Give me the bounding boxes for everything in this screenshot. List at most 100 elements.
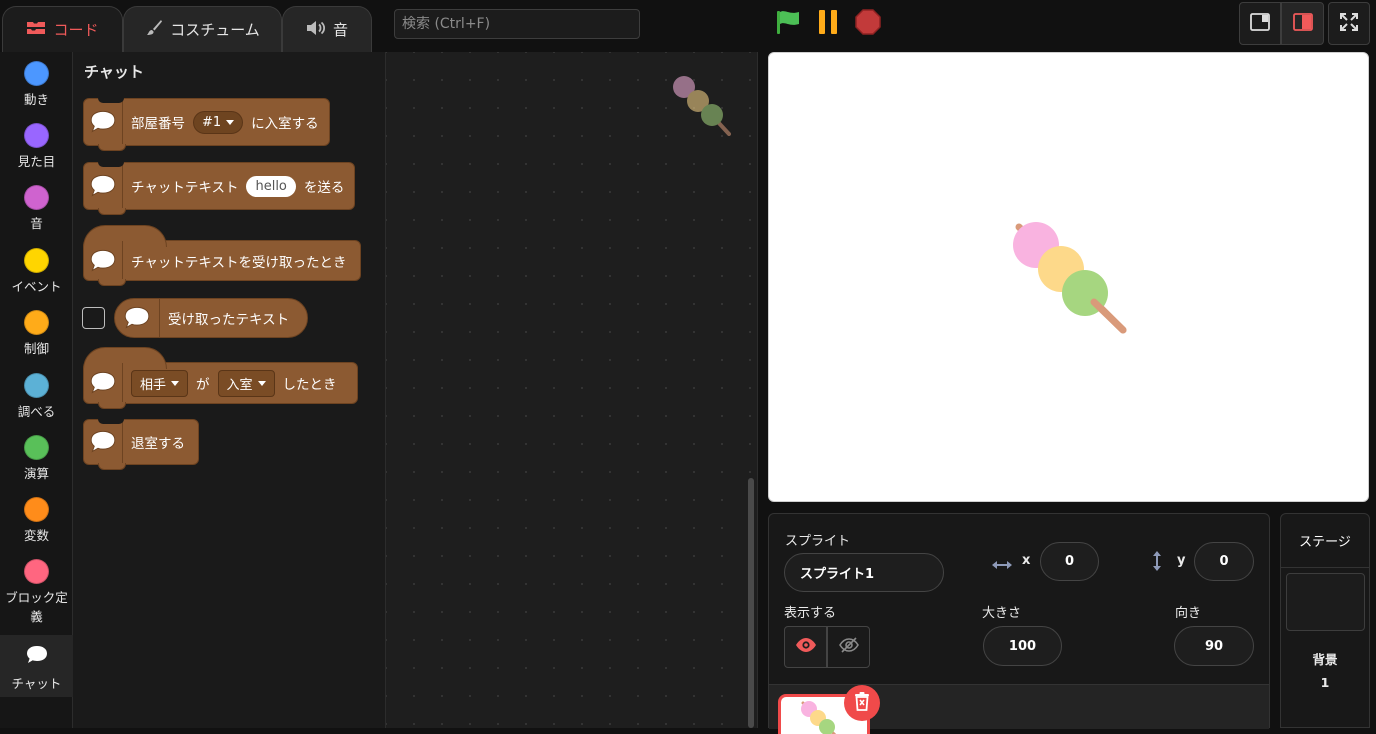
- hide-sprite-button[interactable]: [827, 626, 870, 668]
- category-my-blocks[interactable]: ブロック定義: [0, 550, 73, 634]
- category-sound-dot: [24, 185, 49, 210]
- code-blocks-icon: [26, 20, 46, 40]
- caret-down-icon: [257, 380, 266, 386]
- palette-heading: チャット: [84, 63, 144, 81]
- received-text-checkbox[interactable]: [82, 307, 105, 329]
- script-scrollbar[interactable]: [748, 478, 754, 728]
- category-label: 変数: [23, 528, 49, 543]
- search-input[interactable]: [394, 9, 640, 39]
- backdrop-count: 1: [1320, 675, 1330, 690]
- x-input[interactable]: 0: [1040, 542, 1099, 581]
- category-variables[interactable]: 変数: [0, 488, 73, 550]
- block-when-partner[interactable]: 相手 が 入室 したとき: [83, 347, 358, 409]
- action-dropdown[interactable]: 入室: [217, 369, 275, 397]
- speaker-icon: [306, 20, 326, 40]
- y-arrows-icon: [1151, 550, 1163, 576]
- green-flag-icon: [774, 9, 802, 39]
- block-text: チャットテキストを受け取ったとき: [131, 254, 347, 271]
- x-arrows-icon: [991, 556, 1013, 575]
- block-send-text[interactable]: チャットテキスト hello を送る: [83, 162, 355, 215]
- tab-costume[interactable]: コスチューム: [123, 6, 282, 52]
- tab-sound-label: 音: [332, 21, 348, 39]
- category-sound[interactable]: 音: [0, 176, 73, 238]
- block-leave-room[interactable]: 退室する: [83, 419, 199, 470]
- category-label: 動き: [23, 92, 49, 107]
- block-text: 部屋番号: [131, 116, 185, 132]
- speech-bubble-icon: [115, 299, 160, 337]
- category-label: 制御: [23, 341, 49, 356]
- category-motion[interactable]: 動き: [0, 52, 73, 114]
- chat-text-input[interactable]: hello: [246, 175, 296, 197]
- category-sensing-dot: [24, 373, 49, 398]
- category-sensing[interactable]: 調べる: [0, 364, 73, 426]
- direction-input[interactable]: 90: [1174, 626, 1254, 666]
- reporter-received-text[interactable]: 受け取ったテキスト: [114, 298, 308, 338]
- size-input[interactable]: 100: [983, 626, 1062, 666]
- script-area[interactable]: [386, 52, 758, 728]
- tab-sound[interactable]: 音: [282, 6, 372, 52]
- category-menu: 動き 見た目 音 イベント 制御 調べる 演算 変数 ブロック定義 チャット: [0, 52, 73, 728]
- category-operators-dot: [24, 435, 49, 460]
- block-palette: チャット 部屋番号 #1 に入室する チャットテキスト hello を送る チャ…: [73, 52, 386, 728]
- category-looks[interactable]: 見た目: [0, 114, 73, 176]
- partner-dropdown[interactable]: 相手: [131, 369, 189, 397]
- category-label: 見た目: [17, 154, 56, 169]
- pause-icon: [815, 9, 841, 39]
- category-label: ブロック定義: [5, 590, 68, 624]
- category-chat[interactable]: チャット: [0, 635, 73, 697]
- block-when-text-received[interactable]: チャットテキストを受け取ったとき: [83, 225, 361, 286]
- speech-bubble-icon: [25, 644, 49, 670]
- y-input[interactable]: 0: [1194, 542, 1254, 581]
- category-label: 演算: [23, 466, 49, 481]
- room-number-dropdown[interactable]: #1: [193, 110, 244, 134]
- dango-sprite[interactable]: [1009, 218, 1129, 342]
- block-text: 受け取ったテキスト: [168, 312, 290, 328]
- fullscreen-button[interactable]: [1328, 2, 1370, 45]
- block-text: したとき: [282, 377, 337, 393]
- fullscreen-icon: [1339, 12, 1359, 36]
- stage-canvas[interactable]: [768, 52, 1369, 502]
- stage-panel-title: ステージ: [1281, 514, 1369, 568]
- show-sprite-button[interactable]: [784, 626, 827, 668]
- green-flag-button[interactable]: [772, 8, 804, 40]
- stage-thumbnail[interactable]: [1286, 573, 1365, 631]
- room-number-value: #1: [202, 114, 222, 130]
- paintbrush-icon: [145, 19, 163, 41]
- caret-down-icon: [226, 119, 235, 125]
- eye-icon: [795, 637, 817, 657]
- small-stage-button[interactable]: [1239, 2, 1281, 45]
- category-events[interactable]: イベント: [0, 239, 73, 301]
- block-text: チャットテキスト: [131, 180, 239, 196]
- speech-bubble-icon: [84, 241, 123, 280]
- block-text: を送る: [303, 180, 345, 196]
- delete-sprite-button[interactable]: [844, 685, 880, 721]
- stage-selector-panel[interactable]: ステージ 背景 1: [1280, 513, 1370, 728]
- category-label: 調べる: [17, 404, 56, 419]
- sprite-name-input[interactable]: スプライト1: [784, 553, 944, 592]
- x-label: x: [1022, 553, 1031, 568]
- category-control[interactable]: 制御: [0, 301, 73, 363]
- block-text: が: [196, 377, 210, 393]
- y-label: y: [1177, 553, 1186, 568]
- block-enter-room[interactable]: 部屋番号 #1 に入室する: [83, 98, 330, 151]
- block-text: に入室する: [251, 116, 319, 132]
- stop-button[interactable]: [852, 8, 884, 40]
- eye-slash-icon: [838, 636, 860, 658]
- small-stage-icon: [1250, 12, 1270, 35]
- pause-button[interactable]: [812, 8, 844, 40]
- category-looks-dot: [24, 123, 49, 148]
- category-motion-dot: [24, 61, 49, 86]
- direction-label: 向き: [1175, 606, 1202, 621]
- category-events-dot: [24, 248, 49, 273]
- category-control-dot: [24, 310, 49, 335]
- category-operators[interactable]: 演算: [0, 426, 73, 488]
- sprite-label: スプライト: [785, 534, 851, 549]
- block-text: 退室する: [131, 436, 185, 452]
- large-stage-button[interactable]: [1281, 2, 1324, 45]
- size-label: 大きさ: [982, 606, 1022, 621]
- tab-costume-label: コスチューム: [170, 21, 260, 39]
- large-stage-icon: [1292, 12, 1313, 35]
- tab-code[interactable]: コード: [2, 6, 123, 52]
- sprite-watermark-icon: [671, 74, 736, 143]
- trash-icon: [853, 691, 871, 715]
